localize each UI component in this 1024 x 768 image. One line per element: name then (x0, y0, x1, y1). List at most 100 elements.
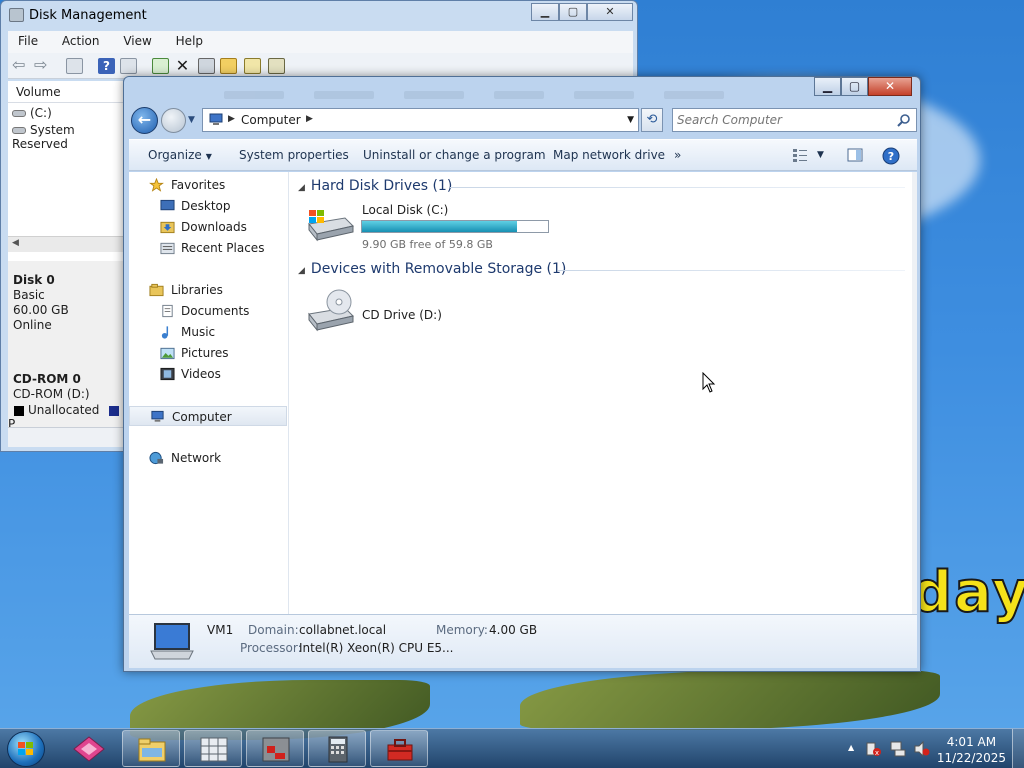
properties-icon[interactable] (120, 58, 137, 74)
notification-area: ▲ x 4:01 AM 11/22/2025 (834, 729, 1024, 768)
change-view-icon[interactable] (792, 147, 808, 163)
action-center-alert-icon[interactable]: x (866, 741, 882, 757)
menu-action[interactable]: Action (52, 31, 110, 48)
volume-muted-icon[interactable] (914, 741, 930, 757)
navigation-pane[interactable]: Favorites Desktop Downloads Recent Place… (129, 172, 289, 614)
taskbar-calculator-button[interactable] (308, 730, 366, 767)
windows-logo-icon (18, 742, 33, 755)
open-folder-icon[interactable] (220, 58, 237, 74)
nav-label: Desktop (181, 199, 231, 213)
address-dropdown-icon[interactable]: ▼ (627, 115, 634, 125)
search-icon[interactable] (244, 58, 261, 74)
refresh-button[interactable]: ⟲ (641, 108, 663, 132)
taskbar-disk-management-button[interactable] (184, 730, 242, 767)
title-bar[interactable]: Disk Management ▁ ▢ ✕ (1, 1, 637, 29)
menu-help[interactable]: Help (166, 31, 213, 48)
breadcrumb-separator-icon[interactable]: ▶ (228, 114, 235, 124)
calculator-icon (328, 736, 348, 763)
map-network-drive-button[interactable]: Map network drive (553, 148, 665, 162)
close-button[interactable]: ✕ (587, 3, 633, 21)
nav-label: Documents (181, 304, 250, 318)
back-arrow-icon[interactable]: ⇦ (12, 57, 29, 74)
menu-view[interactable]: View (113, 31, 161, 48)
refresh-icon[interactable] (152, 58, 169, 74)
drive-item-cd-drive[interactable]: CD Drive (D:) (305, 286, 555, 332)
grid-icon[interactable] (268, 58, 285, 74)
breadcrumb-computer[interactable]: Computer (241, 113, 301, 127)
start-button[interactable] (7, 731, 45, 767)
address-bar[interactable]: ▶ Computer ▶ ▼ (202, 108, 639, 132)
nav-pictures[interactable]: Pictures (129, 343, 287, 363)
volume-row[interactable]: System Reserved (12, 123, 126, 151)
vertical-scrollbar[interactable] (912, 172, 917, 614)
cdrom-0-info[interactable]: CD-ROM 0 CD-ROM (D:) (13, 372, 90, 402)
explorer-window[interactable]: ▁ ▢ ✕ ← ▼ ▶ Computer ▶ ▼ ⟲ Organize▼ Sys… (123, 76, 921, 672)
uninstall-program-button[interactable]: Uninstall or change a program (363, 148, 546, 162)
nav-favorites[interactable]: Favorites (129, 175, 287, 195)
taskbar-toolbox-button[interactable] (370, 730, 428, 767)
view-options-dropdown-icon[interactable]: ▼ (817, 150, 824, 160)
network-status-icon[interactable] (890, 741, 906, 757)
nav-music[interactable]: Music (129, 322, 287, 342)
group-header-hard-disk-drives[interactable]: ◢ Hard Disk Drives (1) (298, 178, 452, 194)
collapse-triangle-icon[interactable]: ◢ (298, 266, 305, 276)
search-box[interactable] (672, 108, 917, 132)
disk-0-info[interactable]: Disk 0 Basic 60.00 GB Online (13, 273, 69, 333)
details-pane: VM1 Domain: collabnet.local Memory: 4.00… (129, 614, 917, 668)
search-input[interactable] (677, 112, 889, 128)
help-icon[interactable]: ? (98, 58, 115, 74)
nav-network[interactable]: Network (129, 448, 287, 468)
breadcrumb-separator-icon[interactable]: ▶ (306, 114, 313, 124)
nav-downloads[interactable]: Downloads (129, 217, 287, 237)
nav-label: Favorites (171, 178, 226, 192)
recent-pages-dropdown[interactable]: ▼ (188, 115, 195, 125)
legend-swatch-primary (109, 405, 120, 416)
group-divider (558, 270, 905, 271)
nav-computer[interactable]: Computer (129, 406, 287, 426)
processor-value: Intel(R) Xeon(R) CPU E5... (299, 641, 454, 655)
delete-icon[interactable]: ✕ (174, 58, 191, 74)
maximize-button[interactable]: ▢ (559, 3, 587, 21)
forward-arrow-icon[interactable]: ⇨ (34, 57, 51, 74)
collapse-triangle-icon[interactable]: ◢ (298, 183, 305, 193)
system-clock[interactable]: 4:01 AM 11/22/2025 (937, 734, 1006, 766)
system-properties-button[interactable]: System properties (239, 148, 349, 162)
taskbar-app-button[interactable] (246, 730, 304, 767)
volume-row[interactable]: (C:) (12, 106, 52, 120)
minimize-button[interactable]: ▁ (814, 77, 841, 96)
console-tree-icon[interactable] (66, 58, 83, 74)
maximize-button[interactable]: ▢ (841, 77, 868, 96)
preview-pane-icon[interactable] (847, 147, 863, 163)
back-button[interactable]: ← (131, 107, 158, 134)
close-button[interactable]: ✕ (868, 77, 912, 96)
menu-file[interactable]: File (8, 31, 48, 48)
nav-desktop[interactable]: Desktop (129, 196, 287, 216)
horizontal-scrollbar[interactable]: ◀ (8, 236, 126, 252)
nav-label: Music (181, 325, 216, 339)
help-icon[interactable]: ? (882, 147, 900, 165)
cd-drive-icon (308, 289, 354, 332)
minimize-button[interactable]: ▁ (531, 3, 559, 21)
search-icon[interactable] (897, 113, 911, 127)
column-header-volume[interactable]: Volume (8, 85, 126, 103)
taskbar-explorer-button[interactable] (122, 730, 180, 767)
nav-videos[interactable]: Videos (129, 364, 287, 384)
legend-label: Unallocated (28, 403, 100, 417)
check-icon[interactable] (198, 58, 215, 74)
nav-documents[interactable]: Documents (129, 301, 287, 321)
drive-item-local-disk[interactable]: Local Disk (C:) 9.90 GB free of 59.8 GB (305, 202, 555, 251)
organize-button[interactable]: Organize ▼ (148, 148, 212, 162)
nav-libraries[interactable]: Libraries (129, 280, 287, 300)
content-pane[interactable]: ◢ Hard Disk Drives (1) Local Disk (C:) 9.… (290, 172, 917, 614)
nav-recent-places[interactable]: Recent Places (129, 238, 287, 258)
pinned-app-icon[interactable] (72, 735, 106, 763)
show-desktop-button[interactable] (1012, 729, 1024, 768)
group-header-removable-storage[interactable]: ◢ Devices with Removable Storage (1) (298, 261, 566, 277)
forward-button[interactable] (161, 108, 186, 133)
domain-label: Domain: (248, 623, 299, 637)
more-commands-button[interactable]: » (674, 148, 681, 162)
mouse-cursor-icon (702, 372, 716, 393)
show-hidden-icons-button[interactable]: ▲ (848, 743, 854, 752)
disk-management-icon (200, 737, 228, 762)
taskbar: ▲ x 4:01 AM 11/22/2025 (0, 728, 1024, 768)
